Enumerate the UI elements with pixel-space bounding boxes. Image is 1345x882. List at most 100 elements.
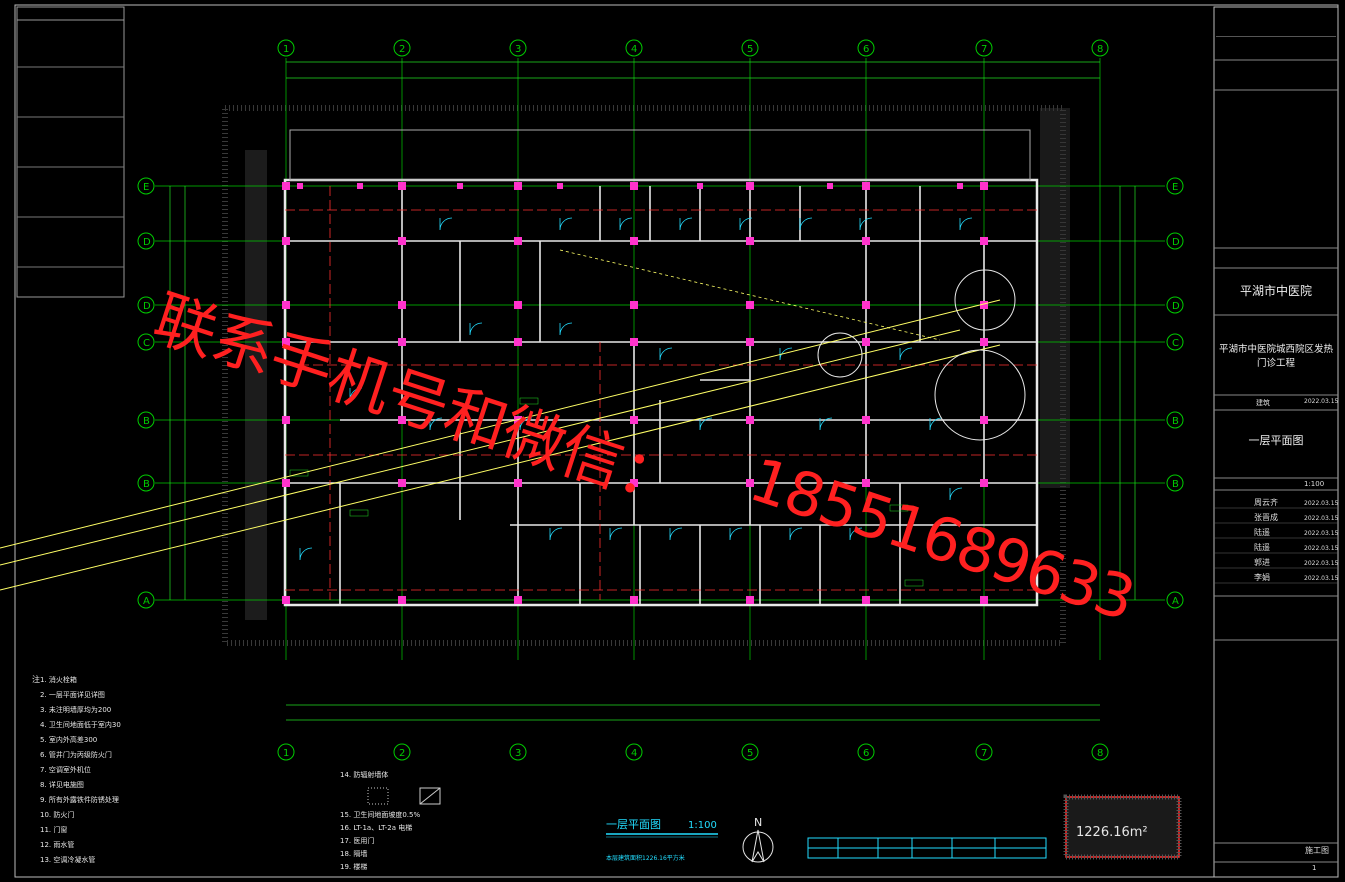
axis-label-v: 6 [863,44,869,55]
axis-label-h: D [143,237,151,248]
signature-date: 2022.03.15 [1304,560,1339,567]
structural-column [630,301,638,309]
project-name: 平湖市中医院城西院区发热门诊工程 [1218,344,1333,369]
structural-column [862,182,870,190]
structural-column [862,596,870,604]
axis-label-v: 7 [981,748,987,759]
axis-label-v: 8 [1097,44,1103,55]
note-line: 10. 防火门 [40,810,74,819]
legend-note: 17. 医用门 [340,836,374,845]
project-owner: 平湖市中医院 [1239,284,1312,298]
structural-column [980,479,988,487]
signature-name: 张晋成 [1254,512,1278,522]
signature-date: 2022.03.15 [1304,515,1339,522]
structural-column [980,596,988,604]
structural-column [827,183,833,189]
structural-column [862,301,870,309]
structural-column [630,182,638,190]
structural-column [697,183,703,189]
door-swing-icon [669,527,683,541]
structural-column [980,182,988,190]
axis-label-v: 2 [399,44,405,55]
firm-name [1216,14,1336,37]
scale: 1:100 [1304,480,1325,488]
structural-column [457,183,463,189]
structural-column [398,237,406,245]
structural-column [980,416,988,424]
axis-label-v: 2 [399,748,405,759]
note-line: 3. 未注明墙厚均为200 [40,705,111,714]
signature-date: 2022.03.15 [1304,575,1339,582]
signature-name: 李娟 [1254,572,1270,582]
axis-label-v: 3 [515,748,521,759]
door-swing-icon [949,487,963,501]
structural-column [514,301,522,309]
notes-area: 注 1. 消火栓箱 2. 一层平面详见详图 3. 未注明墙厚均为200 4. 卫生间地… [32,674,441,871]
firm-logo [1216,14,1336,37]
signature-name: 郭进 [1254,557,1270,567]
axis-label-h: D [143,301,151,312]
area-key-plan: 1226.16m² [1063,794,1182,860]
axis-label-h: B [143,479,150,490]
north-arrow-icon [751,829,765,863]
note-line: 8. 详见电施图 [40,780,84,789]
legend-note: 15. 卫生间地面坡度0.5% [340,810,420,819]
axis-label-v: 4 [631,44,637,55]
door-swing-icon [299,547,313,561]
axis-label-h: A [143,596,150,607]
axis-label-v: 8 [1097,748,1103,759]
door-swing-icon [619,217,633,231]
area-value: 1226.16m² [1076,825,1148,840]
axis-label-h: D [1172,237,1180,248]
note-line: 4. 卫生间地面低于室内30 [40,720,121,729]
plan-title-block: 一层平面图 1:100 本层建筑面积1226.16平方米 N [606,816,774,863]
structural-column [980,338,988,346]
axis-label-h: C [1172,338,1179,349]
legend-note: 19. 楼梯 [340,862,367,871]
signature-name: 陆遥 [1254,527,1270,537]
note-line: 2. 一层平面详见详图 [40,690,105,699]
room-tag [904,579,924,587]
structural-column [514,237,522,245]
specialty: 建筑 [1256,399,1270,407]
plan-title: 一层平面图 [606,818,661,831]
note-line: 12. 雨水管 [40,840,74,849]
axis-label-h: B [1172,416,1179,427]
axis-label-v: 1 [283,748,289,759]
structural-column [282,237,290,245]
legend-note: 18. 隔墙 [340,849,367,858]
site-hatch-right [1040,108,1070,488]
door-swing-icon [439,217,453,231]
structural-column [630,237,638,245]
axis-label-h: D [1172,301,1180,312]
north-label: N [754,816,762,829]
structural-column [980,237,988,245]
door-swing-icon [729,527,743,541]
structural-column [746,416,754,424]
door-swing-icon [559,217,573,231]
legend-note: 16. LT-1a、LT-2a 电梯 [340,823,412,832]
door-swing-icon [899,347,913,361]
axis-label-v: 1 [283,44,289,55]
signature-name: 周云齐 [1254,497,1278,507]
notes-header: 注 [32,674,40,684]
note-line: 6. 管井门为丙级防火门 [40,750,112,759]
signature-date: 2022.03.15 [1304,530,1339,537]
circle-features [817,269,1026,441]
structural-column [297,183,303,189]
structural-column [746,182,754,190]
sheet-number: 1 [1312,864,1317,872]
structural-column [862,338,870,346]
door-swing-icon [659,347,673,361]
structural-column [630,338,638,346]
note-line: 9. 所有外露铁件防锈处理 [40,795,119,804]
door-swing-icon [799,217,813,231]
axis-label-h: B [1172,479,1179,490]
signature-date: 2022.03.15 [1304,500,1339,507]
note-line: 11. 门窗 [40,825,67,834]
note-line: 7. 空调室外机位 [40,765,91,774]
structural-column [746,338,754,346]
structural-column [862,237,870,245]
structural-column [514,596,522,604]
door-swing-icon [559,322,573,336]
